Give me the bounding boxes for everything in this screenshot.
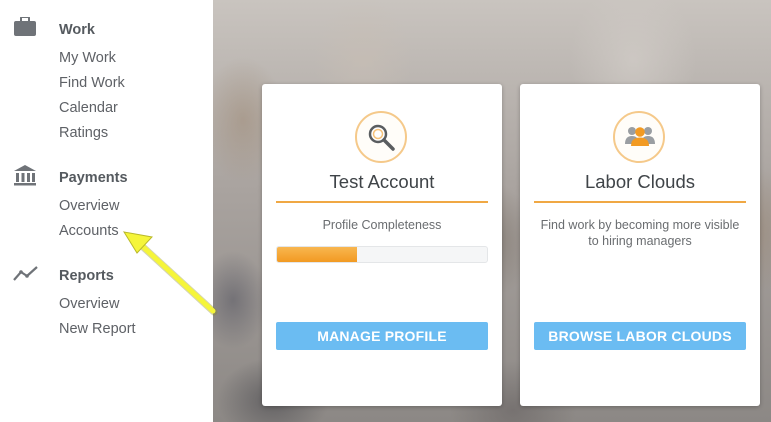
sidebar-item-new-report[interactable]: New Report bbox=[59, 321, 136, 337]
profile-progress-fill bbox=[277, 247, 357, 262]
sidebar-title-reports: Reports bbox=[59, 268, 114, 284]
line-chart-icon bbox=[13, 264, 39, 286]
main-content: Test Account Profile Completeness MANAGE… bbox=[213, 0, 771, 422]
profile-progress-bar bbox=[276, 246, 488, 263]
sidebar-item-payments-overview[interactable]: Overview bbox=[59, 198, 119, 214]
sidebar-item-accounts[interactable]: Accounts bbox=[59, 223, 119, 239]
card-divider bbox=[534, 201, 746, 203]
card-divider bbox=[276, 201, 488, 203]
sidebar-item-reports-overview[interactable]: Overview bbox=[59, 296, 119, 312]
browse-labor-clouds-button[interactable]: BROWSE LABOR CLOUDS bbox=[534, 322, 746, 350]
card-icon-circle bbox=[613, 111, 665, 163]
sidebar: Work My Work Find Work Calendar Ratings … bbox=[0, 0, 213, 422]
card-icon-circle bbox=[355, 111, 407, 163]
sidebar-title-work: Work bbox=[59, 22, 95, 38]
manage-profile-button[interactable]: MANAGE PROFILE bbox=[276, 322, 488, 350]
card-title: Test Account bbox=[329, 171, 435, 192]
test-account-card: Test Account Profile Completeness MANAGE… bbox=[262, 84, 502, 406]
sidebar-item-ratings[interactable]: Ratings bbox=[59, 125, 108, 141]
profile-completeness-label: Profile Completeness bbox=[322, 218, 442, 232]
bank-icon bbox=[13, 164, 39, 186]
labor-clouds-card: Labor Clouds Find work by becoming more … bbox=[520, 84, 760, 406]
briefcase-icon bbox=[13, 16, 39, 39]
sidebar-item-calendar[interactable]: Calendar bbox=[59, 100, 118, 116]
sidebar-item-my-work[interactable]: My Work bbox=[59, 50, 116, 66]
card-title: Labor Clouds bbox=[584, 171, 696, 192]
sidebar-title-payments: Payments bbox=[59, 170, 128, 186]
sidebar-item-find-work[interactable]: Find Work bbox=[59, 75, 125, 91]
labor-clouds-description: Find work by becoming more visible to hi… bbox=[540, 218, 740, 248]
